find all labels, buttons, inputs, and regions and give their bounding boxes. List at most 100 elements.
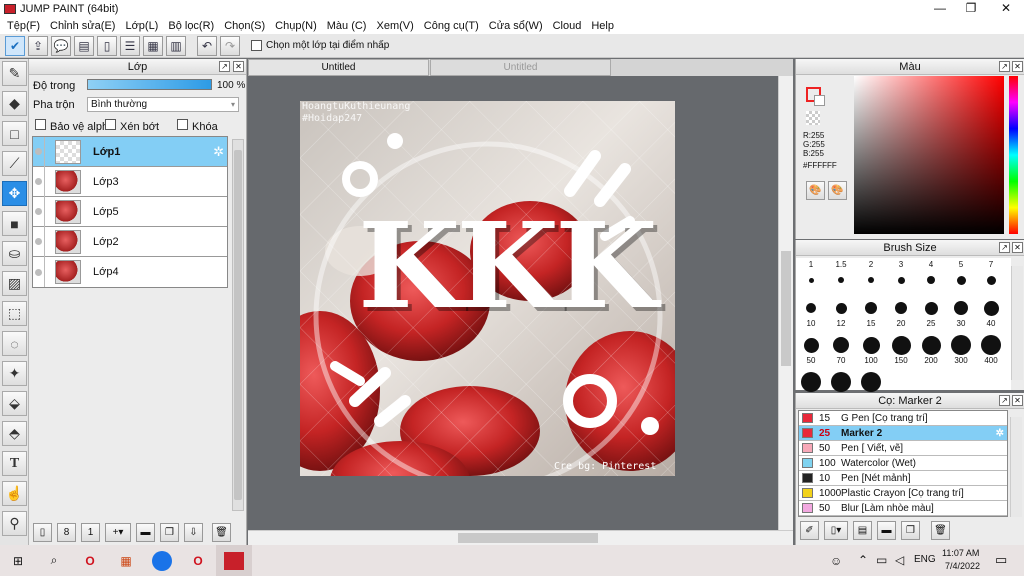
protect-alpha-option[interactable]: Bảo vệ alpha bbox=[35, 119, 114, 133]
palette-edit-icon[interactable]: 🎨 bbox=[828, 181, 847, 200]
windows-start-icon[interactable]: ⊞ bbox=[0, 545, 36, 576]
panel-float-icon[interactable]: ↗ bbox=[999, 242, 1010, 253]
menu-window[interactable]: Cửa sổ(W) bbox=[484, 20, 548, 32]
rectangle-tool-icon[interactable]: □ bbox=[2, 121, 27, 146]
gear-icon[interactable]: ✲ bbox=[996, 428, 1004, 439]
brush-size-option[interactable]: 400 bbox=[976, 334, 1006, 365]
panel-close-icon[interactable]: ✕ bbox=[1012, 395, 1023, 406]
panel-float-icon[interactable]: ↗ bbox=[999, 61, 1010, 72]
panel-close-icon[interactable]: ✕ bbox=[1012, 61, 1023, 72]
search-icon[interactable]: ⌕ bbox=[36, 545, 72, 576]
volume-icon[interactable]: ◁ bbox=[895, 553, 904, 567]
blend-mode-select[interactable]: Bình thường ▾ bbox=[87, 97, 239, 112]
new-layer-1bit-icon[interactable]: 1 bbox=[81, 522, 100, 542]
clock-date[interactable]: 7/4/2022 bbox=[945, 561, 980, 571]
close-icon[interactable]: ✕ bbox=[990, 0, 1022, 17]
transparent-swatch-icon[interactable] bbox=[806, 111, 820, 125]
brush-size-option[interactable]: 300 bbox=[946, 334, 976, 365]
layer-row[interactable]: Lớp3 bbox=[33, 166, 227, 197]
brush-size-option[interactable]: 10 bbox=[796, 297, 826, 328]
panel-float-icon[interactable]: ↗ bbox=[999, 395, 1010, 406]
menu-tools[interactable]: Công cụ(T) bbox=[419, 20, 484, 32]
tool-preset-item[interactable]: 100 Watercolor (Wet) bbox=[799, 456, 1007, 471]
brush-size-option[interactable]: 150 bbox=[886, 334, 916, 365]
trash-icon[interactable]: 🗑 bbox=[212, 522, 231, 542]
brush-size-option[interactable]: 30 bbox=[946, 297, 976, 328]
app-grid-icon[interactable]: ▦ bbox=[108, 545, 144, 576]
brush-size-option[interactable]: 1 bbox=[796, 260, 826, 291]
brush-size-option[interactable]: 100 bbox=[856, 334, 886, 365]
artwork-canvas[interactable]: HoangtuKuthieunang #Hoidap247 KKK Cre bg… bbox=[300, 101, 675, 476]
tool-preset-item[interactable]: 1000 Plastic Crayon [Cọ trang trí] bbox=[799, 486, 1007, 501]
panel-close-icon[interactable]: ✕ bbox=[233, 61, 244, 72]
rect-select-icon[interactable]: ⬚ bbox=[2, 301, 27, 326]
visibility-icon[interactable] bbox=[33, 196, 45, 227]
trash-icon[interactable]: 🗑 bbox=[931, 521, 950, 540]
toolbar-speech-icon[interactable]: 💬 bbox=[51, 35, 71, 56]
menu-filter[interactable]: Bộ lọc(R) bbox=[163, 20, 219, 32]
brush-size-option[interactable]: 7 bbox=[976, 260, 1006, 291]
palette-icon[interactable]: 🎨 bbox=[806, 181, 825, 200]
brush-size-option[interactable]: 15 bbox=[856, 297, 886, 328]
fill-rect-tool-icon[interactable]: ■ bbox=[2, 211, 27, 236]
add-layer-menu-icon[interactable]: +▾ bbox=[105, 522, 131, 542]
brush-size-option[interactable]: 40 bbox=[976, 297, 1006, 328]
tool-preset-item[interactable]: 25 Marker 2 ✲ bbox=[799, 426, 1007, 441]
jump-paint-taskbar-icon[interactable] bbox=[216, 545, 252, 576]
panel-float-icon[interactable]: ↗ bbox=[219, 61, 230, 72]
toolbar-frame-icon[interactable]: ▤ bbox=[74, 35, 94, 56]
preset-copy-icon[interactable]: ▤ bbox=[853, 521, 872, 540]
brush-size-option[interactable]: 200 bbox=[916, 334, 946, 365]
brush-tool-icon[interactable]: ✎ bbox=[2, 61, 27, 86]
menu-view[interactable]: Xem(V) bbox=[371, 20, 418, 32]
lock-option[interactable]: Khóa bbox=[177, 119, 218, 133]
bucket-tool-icon[interactable]: ⛀ bbox=[2, 241, 27, 266]
gradient-tool-icon[interactable]: ▨ bbox=[2, 271, 27, 296]
duplicate-layer-icon[interactable]: ❐ bbox=[160, 522, 179, 542]
brush-size-option[interactable]: 4 bbox=[916, 260, 946, 291]
visibility-icon[interactable] bbox=[33, 226, 45, 257]
brush-size-option[interactable]: 70 bbox=[826, 334, 856, 365]
redo-icon[interactable]: ↷ bbox=[220, 35, 240, 56]
brush-size-option[interactable]: 20 bbox=[886, 297, 916, 328]
zalo-icon[interactable] bbox=[144, 545, 180, 576]
layer-row[interactable]: Lớp1 ✲ bbox=[33, 136, 227, 167]
select-eraser-icon[interactable]: ⬘ bbox=[2, 421, 27, 446]
move-tool-icon[interactable]: ✥ bbox=[2, 181, 27, 206]
opera-icon[interactable]: O bbox=[72, 545, 108, 576]
lasso-select-icon[interactable]: ◌ bbox=[2, 331, 27, 356]
menu-layer[interactable]: Lớp(L) bbox=[120, 20, 163, 32]
opacity-slider[interactable] bbox=[87, 79, 212, 90]
toolbar-check-icon[interactable]: ✔ bbox=[5, 35, 25, 56]
clipping-option[interactable]: Xén bớt bbox=[105, 119, 159, 133]
layer-row[interactable]: Lớp4 bbox=[33, 257, 227, 287]
select-pen-icon[interactable]: ⬙ bbox=[2, 391, 27, 416]
background-color-swatch[interactable] bbox=[814, 95, 825, 106]
minimize-icon[interactable]: — bbox=[924, 0, 956, 17]
tab-untitled-inactive[interactable]: Untitled bbox=[430, 59, 611, 76]
menu-select[interactable]: Chọn(S) bbox=[219, 20, 270, 32]
visibility-icon[interactable] bbox=[33, 257, 45, 287]
tab-untitled-active[interactable]: Untitled bbox=[248, 59, 429, 76]
preset-folder-icon[interactable]: ▬ bbox=[877, 521, 896, 540]
layer-row[interactable]: Lớp5 bbox=[33, 196, 227, 227]
new-layer-icon[interactable]: ▯ bbox=[33, 522, 52, 542]
tool-preset-item[interactable]: 50 Pen [ Viết, vẽ] bbox=[799, 441, 1007, 456]
brush-size-option[interactable]: 25 bbox=[916, 297, 946, 328]
magic-wand-icon[interactable]: ✦ bbox=[2, 361, 27, 386]
chevron-up-icon[interactable]: ⌃ bbox=[858, 553, 868, 567]
saturation-value-picker[interactable] bbox=[854, 76, 1004, 234]
layer-scrollbar[interactable] bbox=[232, 139, 244, 511]
tool-preset-item[interactable]: 10 Pen [Nét mảnh] bbox=[799, 471, 1007, 486]
opera-gx-icon[interactable]: O bbox=[180, 545, 216, 576]
menu-color[interactable]: Màu (C) bbox=[322, 20, 372, 32]
hand-tool-icon[interactable]: ☝ bbox=[2, 481, 27, 506]
gear-icon[interactable]: ✲ bbox=[213, 144, 224, 160]
brush-size-option[interactable]: 1.5 bbox=[826, 260, 856, 291]
layer-row[interactable]: Lớp2 bbox=[33, 226, 227, 257]
menu-help[interactable]: Help bbox=[586, 20, 619, 32]
new-layer-8bit-icon[interactable]: 8 bbox=[57, 522, 76, 542]
panel-close-icon[interactable]: ✕ bbox=[1012, 242, 1023, 253]
language-indicator[interactable]: ENG bbox=[914, 554, 936, 565]
brush-size-option[interactable]: 5 bbox=[946, 260, 976, 291]
